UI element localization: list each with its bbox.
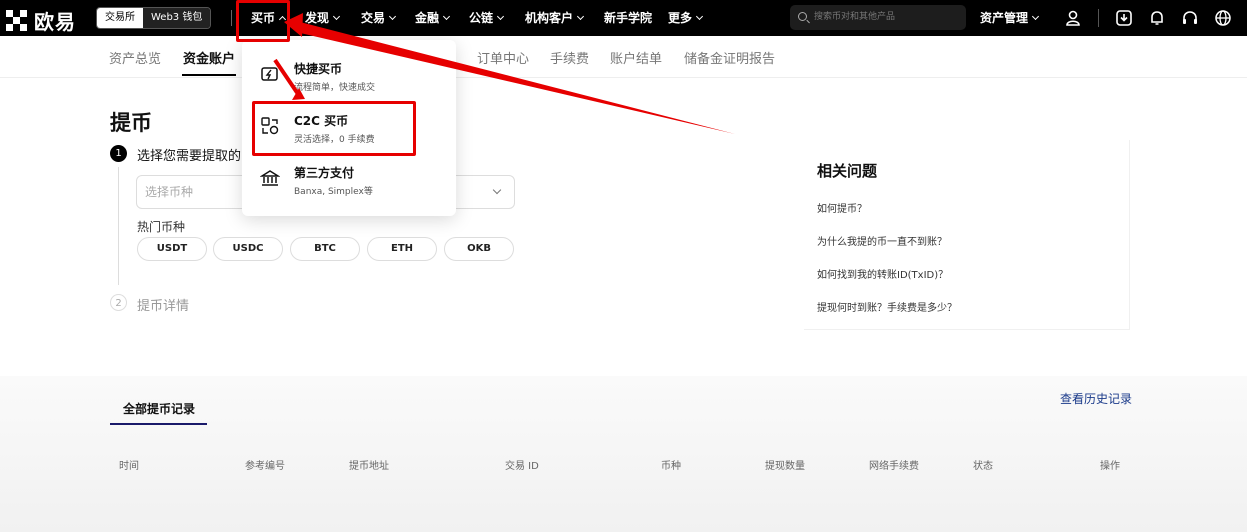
nav-label: 更多 <box>668 11 693 25</box>
brand-name: 欧易 <box>34 10 76 34</box>
nav-discover[interactable]: 发现 <box>305 0 341 36</box>
nav-label: 交易 <box>361 11 386 25</box>
annotation-box-buy-crypto <box>236 0 290 42</box>
nav-chain[interactable]: 公链 <box>469 0 505 36</box>
nav-divider <box>1098 9 1099 27</box>
menu-item-title: 第三方支付 <box>294 166 355 180</box>
coin-chip-okb[interactable]: OKB <box>444 237 514 261</box>
step-1-badge: 1 <box>110 145 127 162</box>
mode-switch: 交易所 Web3 钱包 <box>96 7 212 29</box>
step-2-label: 提币详情 <box>137 299 190 314</box>
nav-label: 资产管理 <box>980 11 1029 25</box>
column-header: 提币地址 <box>349 461 389 472</box>
tab-all-withdrawals[interactable]: 全部提币记录 <box>123 400 195 417</box>
chevron-down-icon <box>496 12 505 21</box>
faq-link[interactable]: 如何提币？ <box>817 200 867 215</box>
coin-chip-eth[interactable]: ETH <box>367 237 437 261</box>
globe-icon[interactable] <box>1214 9 1232 27</box>
coin-select-placeholder: 选择币种 <box>145 185 194 199</box>
subnav-order-center[interactable]: 订单中心 <box>477 48 529 67</box>
subnav-asset-overview[interactable]: 资产总览 <box>109 48 161 67</box>
nav-trade[interactable]: 交易 <box>361 0 397 36</box>
nav-finance[interactable]: 金融 <box>415 0 451 36</box>
sub-nav: 资产总览 资金账户 订单中心 手续费 账户结单 储备金证明报告 <box>0 36 1247 78</box>
menu-item-quick-buy[interactable]: 快捷买币 流程简单，快速成交 <box>260 56 450 100</box>
column-header: 交易 ID <box>505 461 539 472</box>
okx-logo-icon <box>6 9 28 32</box>
chevron-down-icon <box>388 12 397 21</box>
subnav-funding-account[interactable]: 资金账户 <box>183 48 235 67</box>
coin-chip-btc[interactable]: BTC <box>290 237 360 261</box>
nav-institutional[interactable]: 机构客户 <box>525 0 585 36</box>
chevron-down-icon <box>695 12 704 21</box>
hot-coins-label: 热门币种 <box>137 220 186 234</box>
history-tab-indicator <box>110 423 207 425</box>
chevron-down-icon <box>492 185 502 195</box>
chevron-down-icon <box>332 12 341 21</box>
nav-label: 公链 <box>469 11 494 25</box>
user-icon[interactable] <box>1064 9 1082 27</box>
column-header: 参考编号 <box>245 461 285 472</box>
view-history-link[interactable]: 查看历史记录 <box>1060 390 1132 407</box>
bell-icon[interactable] <box>1148 9 1166 27</box>
nav-label: 发现 <box>305 11 330 25</box>
menu-item-title: 快捷买币 <box>294 62 343 76</box>
coin-chip-usdt[interactable]: USDT <box>137 237 207 261</box>
column-header: 时间 <box>119 461 139 472</box>
menu-item-subtitle: 流程简单，快速成交 <box>294 83 376 93</box>
step-2-badge: 2 <box>110 294 127 311</box>
web3-wallet-tab[interactable]: Web3 钱包 <box>143 8 211 28</box>
coin-chip-usdc[interactable]: USDC <box>213 237 283 261</box>
subnav-statements[interactable]: 账户结单 <box>610 48 662 67</box>
annotation-box-c2c <box>252 101 416 156</box>
nav-more[interactable]: 更多 <box>668 0 704 36</box>
exchange-tab[interactable]: 交易所 <box>97 8 143 28</box>
nav-label: 机构客户 <box>525 11 574 25</box>
chevron-down-icon <box>1031 12 1040 21</box>
column-header: 提现数量 <box>765 461 805 472</box>
column-header: 操作 <box>1100 461 1120 472</box>
chevron-down-icon <box>576 12 585 21</box>
nav-divider <box>231 10 232 26</box>
page-title: 提币 <box>110 111 152 135</box>
subnav-fees[interactable]: 手续费 <box>550 48 589 67</box>
column-header: 状态 <box>973 461 993 472</box>
brand-logo[interactable]: 欧易 <box>6 6 76 35</box>
faq-link[interactable]: 为什么我提的币一直不到账？ <box>817 233 947 248</box>
faq-link[interactable]: 提现何时到账？手续费是多少？ <box>817 299 957 314</box>
column-header: 币种 <box>661 461 681 472</box>
nav-asset-management[interactable]: 资产管理 <box>980 0 1040 36</box>
menu-item-subtitle: Banxa, Simplex等 <box>294 187 373 197</box>
download-icon[interactable] <box>1115 9 1133 27</box>
lightning-card-icon <box>261 67 278 81</box>
top-nav: 欧易 交易所 Web3 钱包 买币 发现 交易 金融 公链 机构客户 新手学院 … <box>0 0 1247 36</box>
faq-title: 相关问题 <box>817 162 878 180</box>
chevron-down-icon <box>442 12 451 21</box>
step-1-label: 选择您需要提取的 <box>137 149 242 164</box>
headset-icon[interactable] <box>1181 9 1199 27</box>
column-header: 网络手续费 <box>869 461 919 472</box>
search-icon <box>798 12 807 21</box>
menu-item-third-party-payment[interactable]: 第三方支付 Banxa, Simplex等 <box>260 160 450 204</box>
search-input[interactable]: 搜索币对和其他产品 <box>790 5 966 30</box>
bank-icon <box>260 170 280 186</box>
subnav-proof-of-reserves[interactable]: 储备金证明报告 <box>684 48 775 67</box>
step-connector <box>118 167 119 285</box>
nav-learn[interactable]: 新手学院 <box>604 0 652 36</box>
faq-link[interactable]: 如何找到我的转账ID(TxID)？ <box>817 266 948 281</box>
active-tab-indicator <box>182 74 236 76</box>
search-placeholder: 搜索币对和其他产品 <box>814 12 896 22</box>
nav-label: 金融 <box>415 11 440 25</box>
nav-label: 新手学院 <box>604 11 653 25</box>
